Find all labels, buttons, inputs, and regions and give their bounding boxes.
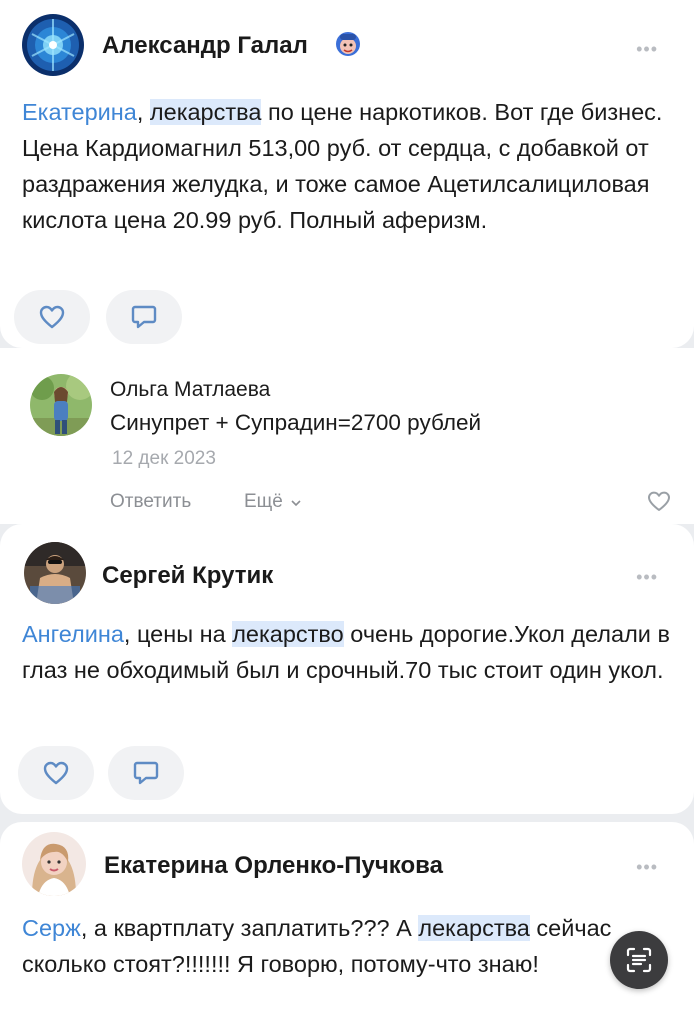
comment-button[interactable] — [108, 746, 184, 800]
mention-link[interactable]: Ангелина — [22, 621, 124, 647]
post-card: Екатерина Орленко-Пучкова ••• Серж, а кв… — [0, 822, 694, 1024]
reply-button[interactable]: Ответить — [110, 491, 191, 513]
feed: Александр Галал ••• Екатерина, лекарства… — [0, 0, 694, 1024]
comment-button[interactable] — [106, 290, 182, 344]
chevron-down-icon — [290, 491, 302, 513]
post-text: Ангелина, цены на лекарство очень дороги… — [22, 621, 670, 683]
reply-text: Синупрет + Супрадин=2700 рублей — [110, 410, 482, 435]
like-button[interactable] — [14, 290, 90, 344]
avatar[interactable] — [22, 14, 84, 76]
avatar[interactable] — [22, 832, 86, 896]
heart-icon — [43, 761, 69, 785]
post-text: Серж, а квартплату заплатить??? А лекарс… — [22, 915, 612, 977]
post-card: Александр Галал ••• Екатерина, лекарства… — [0, 0, 694, 348]
text-scan-icon — [624, 945, 654, 975]
more-options-icon[interactable]: ••• — [636, 858, 658, 876]
sticker-emoji-icon — [334, 30, 362, 58]
post-author[interactable]: Александр Галал — [102, 32, 308, 60]
heart-icon — [39, 305, 65, 329]
post-author[interactable]: Сергей Крутик — [102, 562, 273, 590]
highlighted-keyword: лекарство — [232, 621, 344, 647]
reply-author[interactable]: Ольга Матлаева — [110, 378, 270, 402]
mention-link[interactable]: Екатерина — [22, 99, 137, 125]
avatar[interactable] — [24, 542, 86, 604]
text-scan-button[interactable] — [610, 931, 668, 989]
more-button[interactable]: Ещё — [244, 491, 302, 513]
like-button[interactable] — [18, 746, 94, 800]
mention-link[interactable]: Серж — [22, 915, 81, 941]
highlighted-keyword: лекарства — [149, 99, 262, 125]
post-author[interactable]: Екатерина Орленко-Пучкова — [104, 852, 443, 880]
comment-icon — [133, 761, 159, 785]
reply-comment: Ольга Матлаева Синупрет + Супрадин=2700 … — [0, 348, 694, 524]
more-options-icon[interactable]: ••• — [636, 568, 658, 586]
more-options-icon[interactable]: ••• — [636, 40, 658, 58]
post-card: Сергей Крутик ••• Ангелина, цены на лека… — [0, 524, 694, 814]
post-text: Екатерина, лекарства по цене наркотиков.… — [22, 99, 663, 233]
avatar[interactable] — [30, 374, 92, 436]
reply-date: 12 дек 2023 — [112, 448, 216, 469]
heart-icon[interactable] — [646, 488, 672, 514]
highlighted-keyword: лекарства — [418, 915, 530, 941]
comment-icon — [131, 305, 157, 329]
